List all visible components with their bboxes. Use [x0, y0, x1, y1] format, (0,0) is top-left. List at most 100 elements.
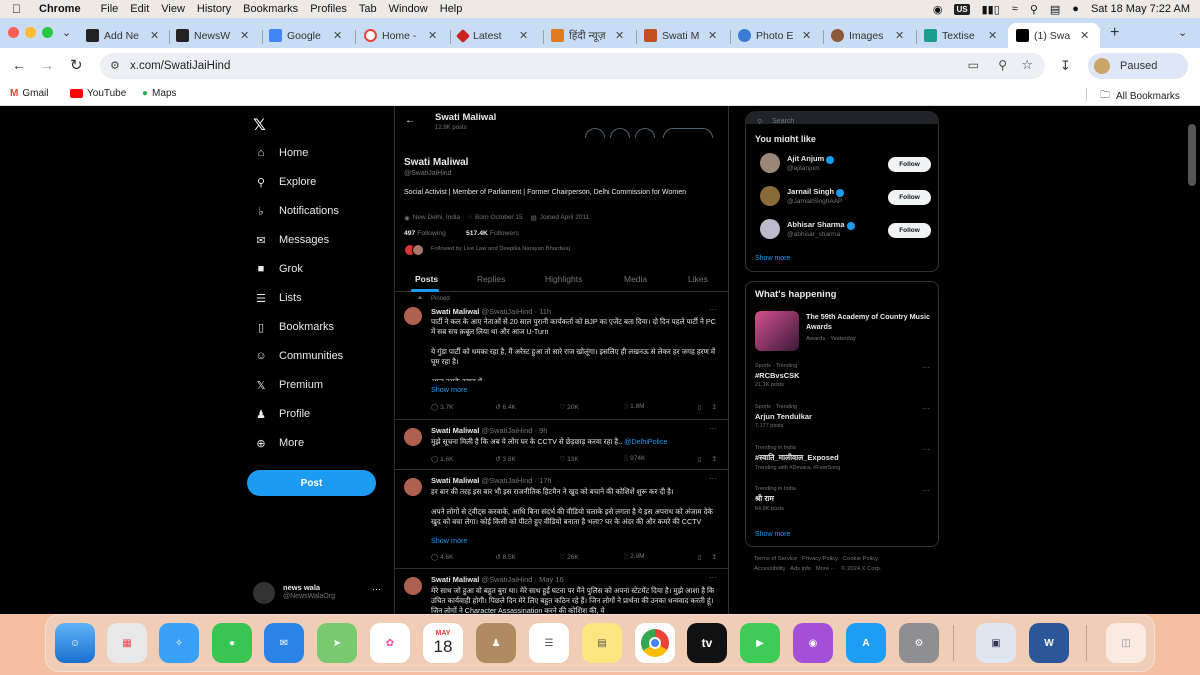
url-text[interactable]: x.com/SwatiJaiHind [130, 60, 230, 72]
show-more-link[interactable]: Show more [755, 531, 790, 538]
zoom-icon[interactable]: ⚲ [998, 58, 1007, 72]
tweet-more-icon[interactable]: ··· [709, 573, 717, 582]
menu-tab[interactable]: Tab [359, 3, 377, 15]
tweet[interactable]: Swati Maliwal @SwatiJaiHind · 9h ··· मुझ… [395, 420, 728, 470]
tab-replies[interactable]: Replies [477, 274, 505, 284]
views-button[interactable]: ░ 1.8M [624, 403, 688, 411]
page-scrollbar[interactable] [1188, 124, 1196, 186]
share-icon[interactable]: ↥ [712, 553, 717, 561]
suggestion-item[interactable]: Jarnail Singh @JarnailSinghAAP [760, 186, 845, 206]
trend-item[interactable]: Trending in India #स्वाति_मालीवाल_Expose… [755, 445, 930, 471]
menu-help[interactable]: Help [440, 3, 463, 15]
close-tab-icon[interactable]: ✕ [240, 29, 249, 42]
avatar[interactable] [404, 478, 422, 496]
menu-view[interactable]: View [161, 3, 185, 15]
tweet-meta[interactable]: @SwatiJaiHind · 17h [481, 476, 551, 485]
calendar-icon[interactable]: MAY 18 [423, 623, 463, 663]
browser-tab[interactable]: Photo E ✕ [738, 23, 811, 48]
x-logo-icon[interactable]: 𝕏 [253, 115, 266, 135]
close-tab-icon[interactable]: ✕ [1080, 29, 1089, 42]
tab-search-icon[interactable]: ⌄ [62, 26, 71, 39]
browser-tab[interactable]: Latest ✕ [455, 23, 528, 48]
bookmark-star-icon[interactable]: ☆ [1021, 57, 1033, 73]
bookmark-icon[interactable]: ▯ [698, 455, 702, 463]
more-options-button[interactable] [585, 128, 605, 138]
tweet-meta[interactable]: @SwatiJaiHind · 11h [481, 307, 551, 316]
close-window-button[interactable] [8, 27, 19, 38]
tweet-author[interactable]: Swati Maliwal [431, 426, 479, 435]
tab-media[interactable]: Media [624, 274, 647, 284]
trend-item[interactable]: Sports · Trending Arjun Tendulkar 7,177 … [755, 404, 930, 429]
menubar-clock[interactable]: Sat 18 May 7:22 AM [1091, 3, 1190, 15]
address-bar[interactable]: ⚙ x.com/SwatiJaiHind ▭ ⚲ ☆ [100, 53, 1045, 79]
trend-item[interactable]: Sports · Trending #RCBvsCSK 21.1K posts … [755, 363, 930, 388]
followed-by-text[interactable]: Followed by Live Law and Deepika Narayan… [431, 246, 570, 252]
footer-links[interactable]: Accessibility Ads info More ··· © 2024 X… [754, 566, 881, 572]
like-button[interactable]: ♡ 26K [559, 553, 623, 561]
forward-arrow-icon[interactable]: → [40, 57, 54, 73]
cast-icon[interactable]: ▭ [968, 58, 979, 72]
battery-icon[interactable]: ▮▮▯ [982, 3, 1000, 16]
repost-button[interactable]: ↺ 6.4K [495, 403, 559, 411]
close-tab-icon[interactable]: ✕ [519, 29, 528, 42]
event-thumbnail[interactable] [755, 311, 799, 351]
nav-home[interactable]: ⌂ Home [253, 145, 309, 161]
account-name[interactable]: news wala [283, 583, 320, 592]
follow-button[interactable]: Follow [888, 223, 931, 238]
grok-button[interactable] [610, 128, 630, 138]
control-center-icon[interactable]: ▤ [1050, 3, 1060, 16]
bookmark-icon[interactable]: ▯ [698, 553, 702, 561]
repost-button[interactable]: ↺ 3.8K [495, 455, 559, 463]
repost-button[interactable]: ↺ 8.5K [495, 553, 559, 561]
reload-icon[interactable]: ↻ [70, 56, 83, 74]
tab-posts[interactable]: Posts [415, 274, 438, 284]
account-more-icon[interactable]: ··· [372, 584, 381, 594]
browser-tab-active[interactable]: (1) Swa ✕ [1008, 23, 1100, 48]
close-tab-icon[interactable]: ✕ [615, 29, 624, 42]
close-tab-icon[interactable]: ✕ [428, 29, 437, 42]
avatar[interactable] [404, 307, 422, 325]
reply-button[interactable]: ◯ 1.6K [431, 455, 495, 463]
new-tab-icon[interactable]: + [1110, 24, 1119, 42]
safari-icon[interactable]: ✧ [159, 623, 199, 663]
suggestion-item[interactable]: Ajit Anjum @ajitanjum [760, 153, 835, 173]
follow-status-button[interactable] [663, 128, 713, 138]
tweet-author[interactable]: Swati Maliwal [431, 476, 479, 485]
reminders-icon[interactable]: ☰ [529, 623, 569, 663]
download-icon[interactable]: ↧ [1060, 58, 1071, 74]
maps-icon[interactable]: ➤ [317, 623, 357, 663]
apple-tv-icon[interactable]: tv [687, 623, 727, 663]
search-spotlight-icon[interactable]: ⚲ [1030, 3, 1038, 16]
trend-more-icon[interactable]: ··· [922, 404, 930, 413]
avatar[interactable] [404, 428, 422, 446]
views-button[interactable]: ░ 2.9M [624, 553, 688, 561]
browser-tab[interactable]: Google ✕ [269, 23, 342, 48]
tweet-author[interactable]: Swati Maliwal [431, 307, 479, 316]
close-tab-icon[interactable]: ✕ [988, 29, 997, 42]
bookmark-icon[interactable]: ▯ [698, 403, 702, 411]
facetime-icon[interactable]: ▶ [740, 623, 780, 663]
siri-icon[interactable]: ● [1072, 3, 1079, 15]
close-tab-icon[interactable]: ✕ [802, 29, 811, 42]
podcasts-icon[interactable]: ◉ [793, 623, 833, 663]
reply-button[interactable]: ◯ 4.6K [431, 553, 495, 561]
close-tab-icon[interactable]: ✕ [333, 29, 342, 42]
menu-edit[interactable]: Edit [130, 3, 149, 15]
share-icon[interactable]: ↥ [712, 455, 717, 463]
zoom-window-button[interactable] [42, 27, 53, 38]
event-title[interactable]: The 59th Academy of Country Music Awards [806, 312, 931, 332]
footer-links[interactable]: Terms of Service Privacy Policy Cookie P… [754, 556, 878, 562]
nav-grok[interactable]: ■ Grok [253, 261, 303, 277]
nav-premium[interactable]: 𝕏 Premium [253, 377, 323, 393]
apple-icon[interactable]:  [12, 2, 21, 16]
tweet-meta[interactable]: @SwatiJaiHind · May 16 [481, 575, 563, 584]
browser-tab[interactable]: Swati M ✕ [644, 23, 717, 48]
views-button[interactable]: ░ 974K [624, 455, 688, 463]
finder-icon[interactable]: ☺ [55, 623, 95, 663]
bookmark-gmail[interactable]: M Gmail [10, 88, 48, 99]
menu-window[interactable]: Window [389, 3, 428, 15]
tweet-meta[interactable]: @SwatiJaiHind · 9h [481, 426, 547, 435]
menu-bookmarks[interactable]: Bookmarks [243, 3, 298, 15]
avatar[interactable] [404, 577, 422, 595]
contacts-icon[interactable]: ♟ [476, 623, 516, 663]
